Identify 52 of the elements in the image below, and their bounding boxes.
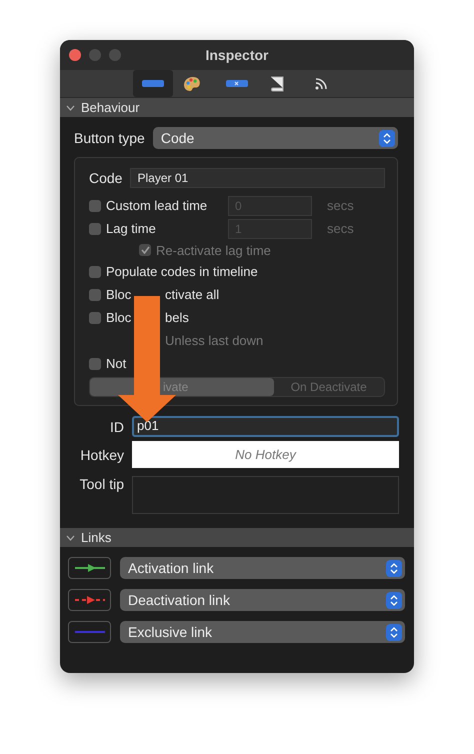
field-label: Hotkey bbox=[79, 446, 124, 462]
field-label: ID bbox=[109, 418, 124, 434]
checkbox-label: Bloc bbox=[106, 310, 132, 325]
text-area[interactable] bbox=[132, 476, 399, 514]
checkbox-label: bels bbox=[165, 310, 189, 325]
window-title: Inspector bbox=[205, 47, 268, 63]
toolbar-tab[interactable] bbox=[133, 70, 173, 97]
field-label: Button type bbox=[74, 130, 145, 146]
checkbox[interactable] bbox=[89, 312, 101, 324]
checkbox[interactable] bbox=[89, 200, 101, 212]
checkbox[interactable] bbox=[89, 222, 101, 234]
checkbox-label: Unless last down bbox=[165, 333, 264, 348]
checkbox[interactable] bbox=[89, 288, 101, 300]
chevron-icon bbox=[66, 534, 75, 540]
checkbox-label: Custom lead time bbox=[106, 198, 208, 213]
field-label: Code bbox=[89, 170, 122, 186]
section-title: Behaviour bbox=[81, 100, 140, 115]
input-field[interactable]: Player 01 bbox=[130, 168, 385, 188]
link-style-swatch[interactable] bbox=[68, 589, 111, 611]
link-style-swatch[interactable] bbox=[68, 557, 111, 579]
checkbox-label: Lag time bbox=[106, 221, 156, 236]
close-button[interactable] bbox=[69, 49, 81, 61]
stepper-icon bbox=[386, 624, 402, 640]
chevron-icon bbox=[66, 104, 75, 110]
stepper-icon bbox=[386, 592, 402, 608]
checkbox-label: Populate codes in timeline bbox=[106, 264, 258, 279]
section-header[interactable]: Links bbox=[60, 528, 414, 547]
checkbox-label: Re-activate lag time bbox=[156, 242, 271, 258]
stepper-icon bbox=[386, 560, 402, 576]
checkbox[interactable] bbox=[89, 358, 101, 370]
input-field[interactable]: p01 bbox=[132, 416, 399, 437]
checkbox[interactable] bbox=[139, 244, 151, 256]
checkbox-label: Bloc bbox=[106, 287, 132, 302]
checkbox-label: ctivate all bbox=[165, 287, 220, 302]
link-style-swatch[interactable] bbox=[68, 621, 111, 643]
placeholder-text: No Hotkey bbox=[235, 447, 296, 462]
unit-label: secs bbox=[326, 221, 355, 236]
popup-button[interactable]: Code bbox=[152, 127, 398, 149]
checkbox[interactable] bbox=[89, 266, 101, 278]
checkbox-label: Not bbox=[106, 356, 126, 371]
popup-button[interactable]: Deactivation link bbox=[120, 589, 405, 611]
minimize-button[interactable] bbox=[89, 49, 101, 61]
stepper-icon bbox=[379, 130, 395, 146]
unit-label: secs bbox=[326, 198, 355, 213]
zoom-button[interactable] bbox=[109, 49, 121, 61]
popup-button[interactable]: Exclusive link bbox=[120, 621, 405, 643]
hotkey-field[interactable]: No Hotkey bbox=[132, 441, 399, 468]
section-header[interactable]: Behaviour bbox=[60, 98, 414, 117]
feed-icon bbox=[315, 78, 327, 90]
section-title: Links bbox=[81, 530, 112, 545]
popup-button[interactable]: Activation link bbox=[120, 557, 405, 579]
field-label: Tool tip bbox=[78, 476, 124, 492]
